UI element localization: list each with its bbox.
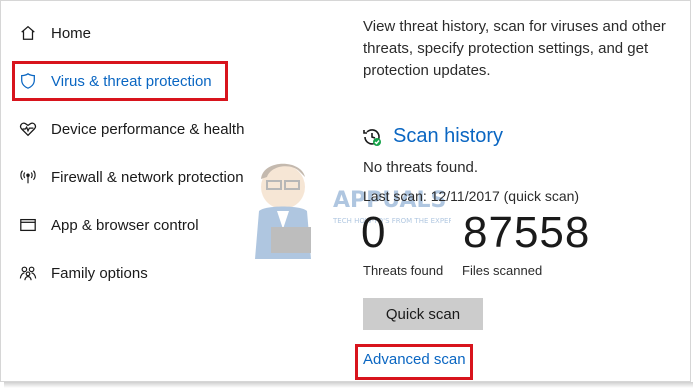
home-icon	[17, 22, 39, 44]
files-scanned-count: 87558	[463, 208, 591, 257]
scan-status: No threats found.	[363, 159, 479, 176]
threats-found-label: Threats found	[363, 263, 444, 278]
sidebar-item-device-performance[interactable]: Device performance & health	[1, 112, 244, 146]
history-check-icon	[361, 126, 383, 148]
antenna-icon	[17, 166, 39, 188]
people-icon	[17, 262, 39, 284]
sidebar-item-label: Device performance & health	[51, 120, 245, 138]
sidebar-item-firewall-network[interactable]: Firewall & network protection	[1, 160, 244, 194]
window-shadow	[4, 382, 693, 388]
last-scan-info: Last scan: 12/11/2017 (quick scan)	[363, 188, 580, 204]
window-icon	[17, 214, 39, 236]
sidebar-item-label: Family options	[51, 264, 148, 282]
advanced-scan-link[interactable]: Advanced scan	[363, 351, 466, 368]
sidebar-nav: Home Virus & threat protection Device pe…	[1, 1, 341, 381]
scan-history-heading: Scan history	[361, 125, 503, 148]
quick-scan-button[interactable]: Quick scan	[363, 298, 483, 330]
sidebar-item-label: Home	[51, 24, 92, 42]
windows-defender-window: Home Virus & threat protection Device pe…	[0, 0, 691, 382]
sidebar-item-app-browser-control[interactable]: App & browser control	[1, 208, 199, 242]
sidebar-item-family-options[interactable]: Family options	[1, 256, 148, 290]
threats-found-count: 0	[361, 208, 387, 257]
sidebar-item-label: Virus & threat protection	[51, 72, 212, 90]
heart-icon	[17, 118, 39, 140]
sidebar-item-home[interactable]: Home	[1, 16, 91, 50]
main-content: View threat history, scan for viruses an…	[355, 1, 691, 381]
scan-history-title[interactable]: Scan history	[393, 125, 503, 148]
sidebar-item-virus-threat-protection[interactable]: Virus & threat protection	[1, 64, 212, 98]
shield-icon	[17, 70, 39, 92]
files-scanned-label: Files scanned	[462, 263, 543, 278]
sidebar-item-label: Firewall & network protection	[51, 168, 244, 186]
section-description: View threat history, scan for viruses an…	[363, 18, 666, 79]
sidebar-item-label: App & browser control	[51, 216, 199, 234]
